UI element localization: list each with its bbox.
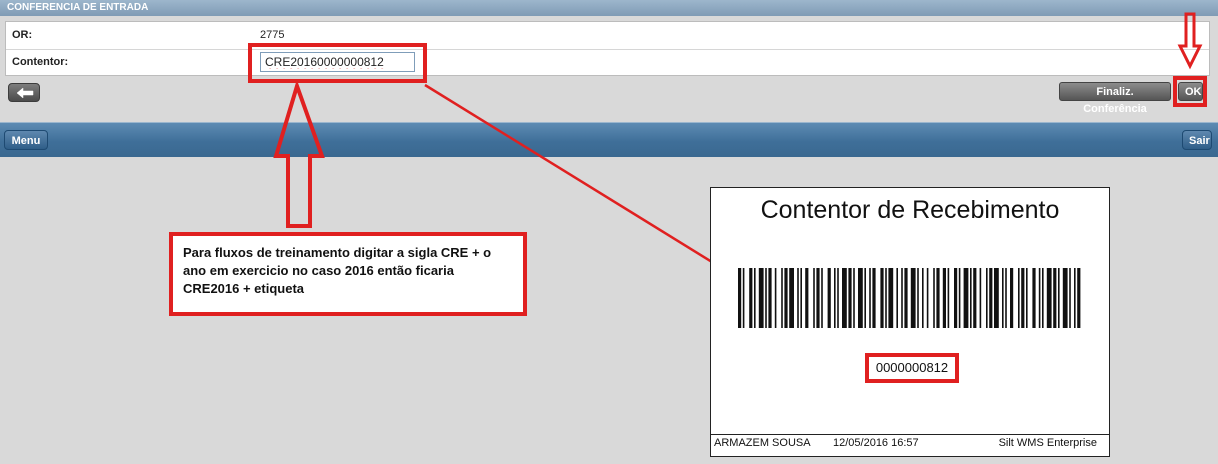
barcode-bar <box>1062 268 1068 328</box>
barcode-bar <box>942 268 946 328</box>
barcode-bar <box>958 268 961 328</box>
barcode-bar <box>765 268 767 328</box>
barcode-bar <box>853 268 855 328</box>
barcode-bar <box>869 268 871 328</box>
barcode-bar <box>805 268 809 328</box>
barcode-bar <box>896 268 898 328</box>
barcode-bar <box>888 268 894 328</box>
label-title: Contentor de Recebimento <box>760 196 1060 224</box>
container-label-card: Contentor de Recebimento 0000000812 ARMA… <box>710 187 1110 457</box>
barcode-bar <box>1002 268 1004 328</box>
barcode-bar <box>1018 268 1020 328</box>
barcode-bar <box>954 268 958 328</box>
barcode-bar <box>979 268 982 328</box>
barcode-bar <box>994 268 999 328</box>
barcode-bar <box>1074 268 1076 328</box>
barcode-bar <box>754 268 756 328</box>
arrow-down-icon <box>1177 12 1203 70</box>
barcode-bar <box>774 268 777 328</box>
barcode-bar <box>1021 268 1025 328</box>
barcode-bar <box>1026 268 1028 328</box>
barcode-bar <box>1058 268 1060 328</box>
barcode-bar <box>1069 268 1071 328</box>
barcode-number: 0000000812 <box>865 353 959 383</box>
barcode-bar <box>742 268 745 328</box>
barcode-bar <box>947 268 950 328</box>
barcode-bar <box>917 268 919 328</box>
barcode-bar <box>1042 268 1044 328</box>
barcode-bar <box>922 268 924 328</box>
footer-system: Silt WMS Enterprise <box>998 437 1097 449</box>
barcode-bar <box>781 268 783 328</box>
barcode-bar <box>842 268 847 328</box>
arrow-up-icon <box>273 79 325 228</box>
barcode-bar <box>858 268 863 328</box>
barcode-bar <box>813 268 815 328</box>
barcode-bar <box>864 268 866 328</box>
barcode-bar <box>910 268 916 328</box>
barcode-bar <box>848 268 852 328</box>
barcode-bar <box>872 268 876 328</box>
barcode-bar <box>936 268 940 328</box>
label-footer: ARMAZEM SOUSA 12/05/2016 16:57 Silt WMS … <box>711 434 1109 458</box>
barcode-bar <box>800 268 802 328</box>
barcode-bar <box>834 268 836 328</box>
input-highlight-box <box>248 43 427 83</box>
barcode-bar <box>989 268 993 328</box>
barcode-bar <box>758 268 764 328</box>
barcode-bar <box>970 268 972 328</box>
footer-datetime: 12/05/2016 16:57 <box>833 437 919 449</box>
instruction-text: Para fluxos de treinamento digitar a sig… <box>183 245 492 296</box>
barcode-bar <box>901 268 903 328</box>
barcode-bar <box>973 268 977 328</box>
barcode-bar <box>1046 268 1052 328</box>
barcode-bar <box>768 268 772 328</box>
barcode-bar <box>1053 268 1057 328</box>
barcode-bar <box>1032 268 1036 328</box>
barcode-bar <box>1077 268 1081 328</box>
barcode-bar <box>904 268 908 328</box>
barcode-bar <box>738 268 742 328</box>
barcode-bar <box>926 268 929 328</box>
barcode-image <box>738 268 1081 328</box>
barcode-bar <box>963 268 969 328</box>
barcode-bar <box>816 268 820 328</box>
barcode-bar <box>1038 268 1041 328</box>
instruction-note: Para fluxos de treinamento digitar a sig… <box>169 232 527 316</box>
barcode-bar <box>789 268 794 328</box>
barcode-bar <box>749 268 753 328</box>
barcode-bar <box>1005 268 1007 328</box>
barcode-bar <box>797 268 799 328</box>
barcode-bar <box>784 268 788 328</box>
barcode-bar <box>827 268 831 328</box>
barcode-bar <box>821 268 823 328</box>
barcode-bar <box>837 268 839 328</box>
footer-warehouse: ARMAZEM SOUSA <box>714 437 811 449</box>
barcode-bar <box>986 268 988 328</box>
barcode-bar <box>885 268 887 328</box>
ok-highlight-box <box>1173 76 1207 107</box>
barcode-bar <box>880 268 884 328</box>
barcode-bar <box>933 268 935 328</box>
barcode-bar <box>1010 268 1014 328</box>
